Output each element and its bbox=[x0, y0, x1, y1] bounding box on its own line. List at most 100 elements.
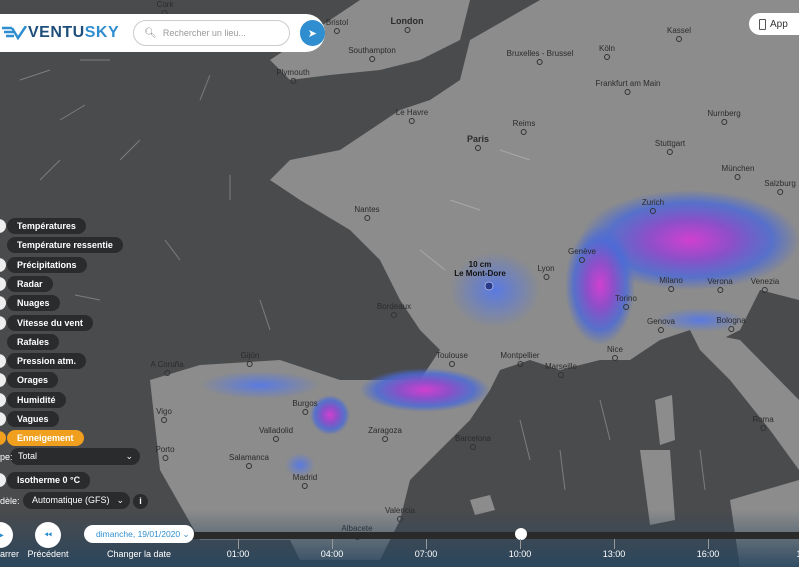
city-label[interactable]: Barcelona bbox=[455, 434, 491, 450]
layer-button[interactable]: Nuages bbox=[7, 295, 60, 312]
location-arrow-icon: ➤ bbox=[307, 27, 317, 40]
city-label[interactable]: Salzburg bbox=[764, 179, 796, 195]
logo[interactable]: VENTU SKY bbox=[2, 24, 119, 42]
app-label: App bbox=[770, 18, 788, 30]
timeline: ▶ ⏪︎ arrer Précédent dimanche, 19/01/202… bbox=[0, 510, 799, 567]
city-label[interactable]: Nurnberg bbox=[707, 109, 740, 125]
hour-tick bbox=[426, 539, 427, 549]
city-label[interactable]: Paris bbox=[467, 134, 489, 151]
hour-tick bbox=[614, 539, 615, 549]
info-icon[interactable]: i bbox=[133, 494, 148, 509]
date-select[interactable]: dimanche, 19/01/2020 ⌄ bbox=[84, 525, 194, 543]
city-label[interactable]: Zaragoza bbox=[368, 426, 402, 442]
previous-button[interactable]: ⏪︎ bbox=[35, 522, 61, 548]
hour-tick bbox=[238, 539, 239, 549]
city-label[interactable]: Köln bbox=[599, 44, 615, 60]
city-label[interactable]: Valladolid bbox=[259, 426, 293, 442]
city-label[interactable]: Milano bbox=[659, 276, 683, 292]
logo-icon bbox=[2, 26, 28, 40]
city-label[interactable]: Reims bbox=[513, 119, 536, 135]
app-button[interactable]: App bbox=[749, 13, 799, 35]
city-label[interactable]: Bologna bbox=[716, 316, 745, 332]
timeline-track[interactable] bbox=[128, 532, 799, 539]
layer-button[interactable]: Vagues bbox=[7, 411, 59, 427]
city-label[interactable]: Nice bbox=[607, 345, 623, 361]
hour-label[interactable]: 10:00 bbox=[509, 549, 532, 559]
play-label: arrer bbox=[0, 549, 20, 559]
layer-button[interactable]: Rafales bbox=[7, 333, 60, 350]
header-bar: VENTU SKY 🔍︎ Rechercher un lieu... ➤ bbox=[0, 14, 325, 52]
search-input[interactable]: 🔍︎ Rechercher un lieu... bbox=[133, 20, 290, 46]
layer-button[interactable]: Températures bbox=[7, 218, 86, 234]
date-value: dimanche, 19/01/2020 bbox=[96, 529, 181, 539]
rewind-icon: ⏪︎ bbox=[44, 529, 52, 541]
city-label[interactable]: Stuttgart bbox=[655, 139, 685, 155]
layer-button[interactable]: Pression atm. bbox=[7, 353, 87, 370]
type-value: Total bbox=[18, 451, 38, 461]
city-label[interactable]: Gijón bbox=[241, 351, 260, 367]
layer-button[interactable]: Orages bbox=[7, 372, 59, 389]
city-label[interactable]: Salamanca bbox=[229, 453, 269, 469]
layer-button[interactable]: Température ressentie bbox=[7, 237, 123, 254]
city-label[interactable]: Bristol bbox=[326, 18, 348, 34]
city-label[interactable]: Venezia bbox=[751, 277, 779, 293]
city-label[interactable]: Bruxelles - Brussel bbox=[507, 49, 574, 65]
timeline-handle[interactable] bbox=[515, 528, 527, 540]
type-select[interactable]: Total ⌄ bbox=[10, 448, 140, 465]
hour-tick bbox=[708, 539, 709, 549]
model-select[interactable]: Automatique (GFS) ⌄ bbox=[23, 492, 130, 509]
snow-depth: 10 cm bbox=[468, 260, 492, 269]
chevron-down-icon: ⌄ bbox=[182, 529, 190, 539]
hour-label[interactable]: 01:00 bbox=[227, 549, 250, 559]
model-label: dèle: bbox=[0, 496, 20, 506]
logo-text-1: VENTU bbox=[28, 24, 85, 41]
hour-label[interactable]: 04:00 bbox=[321, 549, 344, 559]
snow-marker-dot[interactable] bbox=[484, 281, 494, 291]
city-label[interactable]: Torino bbox=[615, 294, 637, 310]
city-label[interactable]: Plymouth bbox=[276, 68, 309, 84]
city-label[interactable]: Bordeaux bbox=[377, 302, 411, 318]
city-label[interactable]: Burgos bbox=[292, 399, 317, 415]
city-label[interactable]: A Coruña bbox=[150, 360, 183, 376]
city-label[interactable]: Verona bbox=[707, 277, 732, 293]
city-label[interactable]: Southampton bbox=[348, 46, 396, 62]
city-label[interactable]: Kassel bbox=[667, 26, 691, 42]
search-icon: 🔍︎ bbox=[144, 27, 157, 39]
change-date-label: Changer la date bbox=[106, 549, 172, 559]
logo-text-2: SKY bbox=[84, 24, 120, 41]
play-button[interactable]: ▶ bbox=[0, 522, 13, 548]
layer-button[interactable]: Enneigement bbox=[7, 430, 84, 447]
hour-label[interactable]: 13:00 bbox=[603, 549, 626, 559]
city-label[interactable]: Vigo bbox=[156, 407, 172, 423]
city-label[interactable]: Genève bbox=[568, 247, 596, 263]
snow-marker-label[interactable]: 10 cm Le Mont-Dore bbox=[454, 260, 506, 278]
city-label[interactable]: Marseille bbox=[545, 362, 577, 378]
city-label[interactable]: Lyon bbox=[537, 264, 554, 280]
city-label[interactable]: Madrid bbox=[293, 473, 317, 489]
city-label[interactable]: Nantes bbox=[354, 205, 379, 221]
layer-button[interactable]: Vitesse du vent bbox=[7, 314, 93, 331]
isotherm-button[interactable]: Isotherme 0 °C bbox=[7, 472, 91, 489]
hour-tick bbox=[520, 539, 521, 549]
hour-tick bbox=[332, 539, 333, 549]
city-label[interactable]: Porto bbox=[155, 445, 174, 461]
layer-button[interactable]: Précipitations bbox=[7, 256, 87, 273]
layer-button[interactable]: Radar bbox=[7, 275, 53, 292]
city-label[interactable]: London bbox=[391, 16, 424, 33]
city-label[interactable]: Frankfurt am Main bbox=[596, 79, 661, 95]
chevron-down-icon: ⌄ bbox=[116, 495, 124, 505]
hour-label[interactable]: 16:00 bbox=[697, 549, 720, 559]
city-label[interactable]: Toulouse bbox=[436, 351, 468, 367]
city-label[interactable]: Roma bbox=[752, 415, 773, 431]
locate-button[interactable]: ➤ bbox=[299, 20, 325, 46]
model-value: Automatique (GFS) bbox=[32, 495, 110, 505]
play-icon: ▶ bbox=[0, 530, 4, 541]
city-label[interactable]: Genova bbox=[647, 317, 675, 333]
city-label[interactable]: München bbox=[722, 164, 755, 180]
chevron-down-icon: ⌄ bbox=[125, 451, 133, 461]
city-label[interactable]: Montpellier bbox=[500, 351, 539, 367]
city-label[interactable]: Le Havre bbox=[396, 108, 428, 124]
hour-label[interactable]: 07:00 bbox=[415, 549, 438, 559]
city-label[interactable]: Zurich bbox=[642, 198, 664, 214]
layer-button[interactable]: Humidité bbox=[7, 391, 66, 408]
